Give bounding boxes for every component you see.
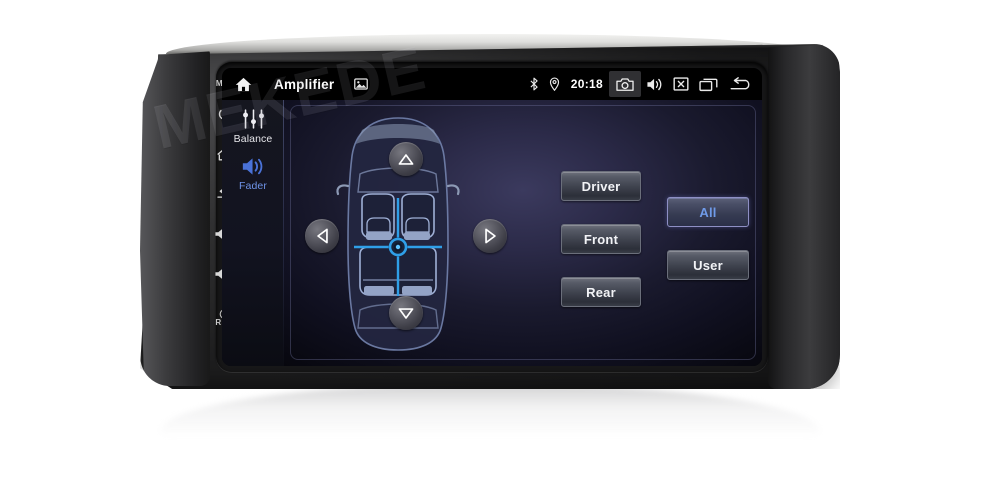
speaker-icon: [241, 155, 265, 177]
lcd-screen: Amplifier 20:18 Balance Fader Driver Fro…: [222, 68, 762, 366]
triangle-left-icon: [316, 228, 328, 244]
volume-button[interactable]: [641, 68, 668, 100]
volume-icon: [647, 78, 662, 90]
back-button[interactable]: [723, 68, 762, 100]
preset-button-all[interactable]: All: [667, 197, 749, 227]
car-head-unit: MIC: [140, 34, 840, 389]
statusbar-right-group: 20:18: [524, 68, 762, 100]
screenshot-stage: MIC: [0, 0, 1000, 500]
unit-left-shoulder: [140, 51, 210, 386]
triangle-right-icon: [484, 228, 496, 244]
sidebar-item-label: Balance: [233, 133, 273, 145]
audio-mode-sidebar: Balance Fader: [222, 100, 284, 366]
triangle-up-icon: [398, 153, 414, 165]
fader-main-pane: Driver Front Rear All User: [284, 100, 762, 366]
camera-icon: [616, 77, 634, 91]
preset-button-user[interactable]: User: [667, 250, 749, 280]
equalizer-icon: [242, 108, 265, 130]
picture-icon: [354, 78, 369, 90]
status-bar: Amplifier 20:18: [222, 68, 762, 100]
bluetooth-indicator: [524, 68, 544, 100]
sidebar-item-label: Fader: [239, 180, 267, 192]
device-reflection: [160, 383, 820, 453]
arrow-down-button[interactable]: [389, 296, 423, 330]
statusbar-home-button[interactable]: [222, 76, 264, 93]
close-box-icon: [673, 77, 689, 91]
screenshot-button[interactable]: [609, 71, 641, 97]
screen-content: Balance Fader Driver Front Rear All User: [222, 100, 762, 366]
arrow-left-button[interactable]: [305, 219, 339, 253]
sidebar-item-balance[interactable]: Balance: [234, 108, 273, 145]
recent-apps-button[interactable]: [694, 68, 723, 100]
preset-button-rear[interactable]: Rear: [561, 277, 641, 307]
arrow-up-button[interactable]: [389, 142, 423, 176]
picture-button[interactable]: [354, 78, 369, 90]
preset-button-front[interactable]: Front: [561, 224, 641, 254]
back-arrow-icon: [730, 76, 750, 89]
sidebar-item-fader[interactable]: Fader: [239, 155, 267, 192]
clock: 20:18: [570, 77, 603, 91]
location-pin-icon: [549, 77, 559, 91]
triangle-down-icon: [398, 307, 414, 319]
screen-title: Amplifier: [274, 76, 335, 92]
recent-apps-icon: [699, 78, 718, 91]
bluetooth-icon: [530, 77, 538, 91]
unit-right-shoulder: [768, 44, 840, 389]
home-icon: [235, 77, 251, 91]
arrow-right-button[interactable]: [473, 219, 507, 253]
location-indicator: [544, 68, 565, 100]
close-button[interactable]: [668, 68, 694, 100]
preset-button-driver[interactable]: Driver: [561, 171, 641, 201]
